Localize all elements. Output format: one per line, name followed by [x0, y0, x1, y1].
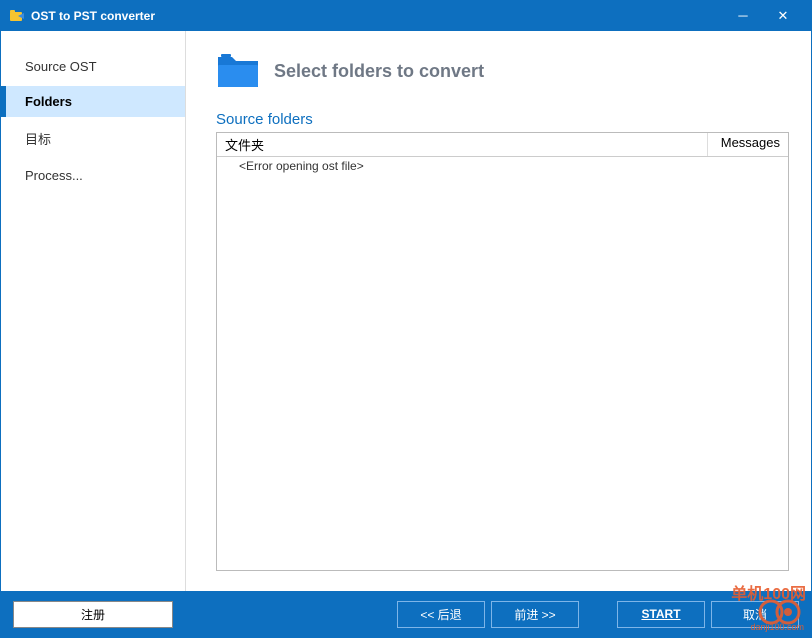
table-body: <Error opening ost file> [217, 157, 788, 570]
table-header: 文件夹 Messages [217, 133, 788, 157]
nav-group: << 后退 前进 >> [397, 601, 579, 628]
column-header-messages[interactable]: Messages [708, 133, 788, 156]
back-button[interactable]: << 后退 [397, 601, 485, 628]
titlebar: OST to PST converter ─ ✕ [1, 1, 811, 31]
end-group: START 取消 [617, 601, 799, 628]
close-button[interactable]: ✕ [773, 8, 793, 24]
sidebar: Source OST Folders 目标 Process... [1, 31, 186, 591]
table-row[interactable]: <Error opening ost file> [217, 157, 788, 175]
bottombar: 注册 << 后退 前进 >> START 取消 [1, 591, 811, 637]
cancel-button[interactable]: 取消 [711, 601, 799, 628]
sidebar-item-target[interactable]: 目标 [1, 121, 185, 156]
forward-button[interactable]: 前进 >> [491, 601, 579, 628]
folder-icon [216, 51, 260, 91]
section-label: Source folders [216, 111, 789, 128]
page-title: Select folders to convert [274, 61, 484, 82]
register-button[interactable]: 注册 [13, 601, 173, 628]
sidebar-item-folders[interactable]: Folders [1, 86, 185, 117]
sidebar-item-label: Folders [25, 94, 72, 109]
main-area: Source OST Folders 目标 Process... Select … [1, 31, 811, 591]
sidebar-item-label: Process... [25, 168, 83, 183]
start-button[interactable]: START [617, 601, 705, 628]
content-panel: Select folders to convert Source folders… [186, 31, 811, 591]
sidebar-item-label: Source OST [25, 59, 97, 74]
window-controls: ─ ✕ [733, 8, 803, 24]
column-header-folder[interactable]: 文件夹 [217, 133, 708, 156]
sidebar-item-label: 目标 [25, 132, 51, 147]
window-title: OST to PST converter [31, 9, 733, 23]
content-header: Select folders to convert [216, 51, 789, 91]
row-text: <Error opening ost file> [239, 159, 364, 173]
app-icon [9, 8, 25, 24]
minimize-button[interactable]: ─ [733, 8, 753, 24]
folder-table: 文件夹 Messages <Error opening ost file> [216, 132, 789, 571]
sidebar-item-process[interactable]: Process... [1, 160, 185, 191]
sidebar-item-source-ost[interactable]: Source OST [1, 51, 185, 82]
